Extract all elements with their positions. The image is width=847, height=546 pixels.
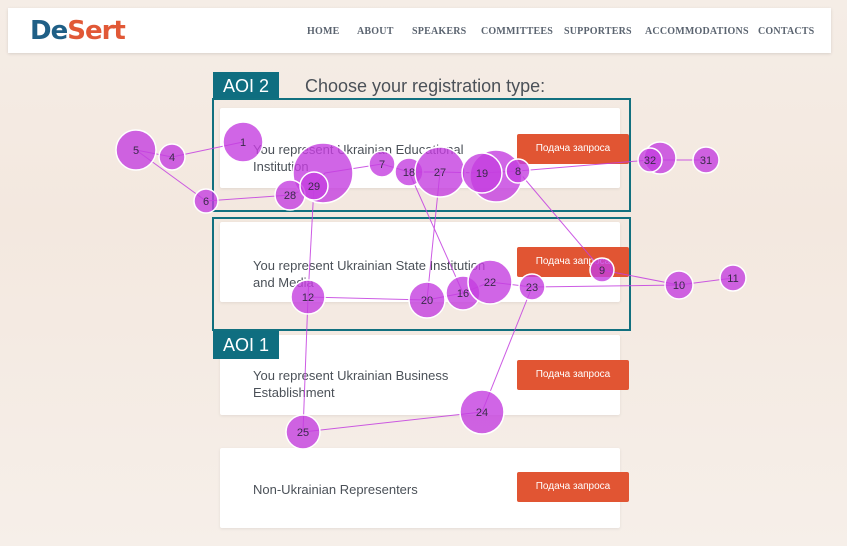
fixation-label-29: 29 xyxy=(308,181,320,193)
fixation-label-20: 20 xyxy=(421,295,433,307)
fixation-label-16: 16 xyxy=(457,288,469,300)
fixation-label-5: 5 xyxy=(133,145,139,157)
fixation-label-4: 4 xyxy=(169,152,175,164)
fixation-label-8: 8 xyxy=(515,166,521,178)
fixation-label-9: 9 xyxy=(599,265,605,277)
fixation-label-6: 6 xyxy=(203,196,209,208)
fixation-label-18: 18 xyxy=(403,167,415,179)
fixation-label-22: 22 xyxy=(484,277,496,289)
fixation-label-12: 12 xyxy=(302,292,314,304)
fixation-label-23: 23 xyxy=(526,282,538,294)
fixation-label-25: 25 xyxy=(297,427,309,439)
fixation-label-10: 10 xyxy=(673,280,685,292)
fixation-label-19: 19 xyxy=(476,168,488,180)
fixation-label-11: 11 xyxy=(727,273,738,285)
fixation-label-28: 28 xyxy=(284,190,296,202)
fixation-label-27: 27 xyxy=(434,167,446,179)
gaze-overlay: 5 4 1 6 28 29 7 18 27 19 8 32 31 9 10 11… xyxy=(115,121,747,450)
fixation-label-1: 1 xyxy=(240,137,246,149)
fixation-label-24: 24 xyxy=(476,407,488,419)
fixation-label-7: 7 xyxy=(379,159,385,171)
fixation-label-31: 31 xyxy=(700,155,712,167)
fixation-label-32: 32 xyxy=(644,155,656,167)
